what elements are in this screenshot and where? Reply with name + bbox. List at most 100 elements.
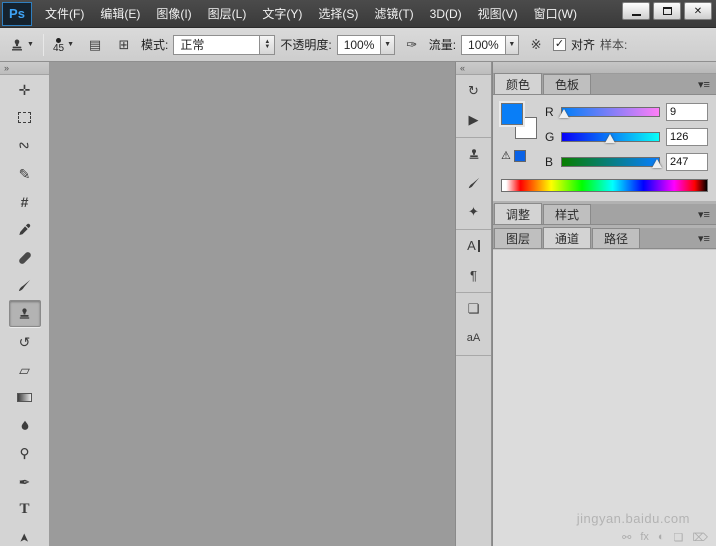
path-selection-tool[interactable]: ➤ — [9, 524, 41, 546]
lasso-tool[interactable]: ∿ — [9, 132, 41, 159]
blur-tool[interactable] — [9, 412, 41, 439]
chevron-down-icon: ▼ — [380, 36, 393, 54]
menu-3d[interactable]: 3D(D) — [423, 3, 469, 25]
brush-panel-button[interactable] — [461, 171, 487, 195]
menu-edit[interactable]: 编辑(E) — [93, 1, 147, 26]
eraser-tool[interactable]: ▱ — [9, 356, 41, 383]
web-safe-color-swatch[interactable] — [514, 150, 526, 162]
flow-select[interactable]: 100% ▼ — [461, 35, 519, 55]
menu-layer[interactable]: 图层(L) — [201, 1, 254, 26]
history-panel-button[interactable]: ↻ — [461, 79, 487, 103]
opacity-select[interactable]: 100% ▼ — [337, 35, 395, 55]
tab-layers[interactable]: 图层 — [494, 228, 542, 248]
adjustments-panel-menu-button[interactable]: ▾≡ — [695, 206, 713, 222]
slider-thumb-icon[interactable] — [652, 159, 662, 168]
tab-adjustments[interactable]: 调整 — [494, 203, 542, 224]
close-button[interactable]: ✕ — [684, 2, 712, 20]
aligned-label: 对齐 — [571, 36, 595, 53]
panel-group: A ¶ — [456, 230, 491, 293]
brush-tip-icon — [56, 38, 61, 43]
tab-channels[interactable]: 通道 — [543, 227, 591, 248]
marquee-icon — [18, 112, 31, 123]
menu-file[interactable]: 文件(F) — [38, 1, 91, 26]
mode-select[interactable]: 正常 ▲▼ — [173, 35, 275, 55]
green-value-input[interactable] — [666, 128, 708, 146]
type-tool[interactable]: T — [9, 496, 41, 523]
color-spectrum-bar[interactable] — [501, 179, 708, 192]
layers-panel-menu-button[interactable]: ▾≡ — [695, 230, 713, 246]
menu-type[interactable]: 文字(Y) — [255, 1, 309, 26]
color-swatch-widget — [501, 103, 537, 139]
menu-window[interactable]: 窗口(W) — [527, 1, 584, 26]
canvas-area[interactable] — [50, 62, 456, 546]
red-value-input[interactable] — [666, 103, 708, 121]
character-panel-button[interactable]: A — [461, 234, 487, 258]
effects-icon[interactable]: fx — [640, 531, 649, 544]
blue-label: B — [545, 155, 555, 169]
green-slider[interactable] — [561, 130, 660, 144]
toolbox-collapse-button[interactable]: » — [0, 62, 49, 75]
menu-select[interactable]: 选择(S) — [311, 1, 365, 26]
tool-options-bar: ▼ 45 ▼ ▤ ⊞ 模式: 正常 ▲▼ 不透明度: 100% ▼ ✑ 流量: … — [0, 28, 716, 62]
app-logo-icon[interactable]: Ps — [2, 2, 32, 26]
link-icon[interactable]: ⚯ — [622, 531, 631, 544]
history-icon: ↻ — [468, 83, 479, 99]
crop-tool[interactable]: # — [9, 188, 41, 215]
slider-thumb-icon[interactable] — [559, 109, 569, 118]
blue-value-input[interactable] — [666, 153, 708, 171]
character-styles-panel-button[interactable]: aA — [461, 326, 487, 350]
slider-thumb-icon[interactable] — [605, 134, 615, 143]
adjustments-tabbar: 调整 样式 ▾≡ — [493, 204, 716, 225]
panel-dock-expand-button[interactable]: « — [456, 62, 491, 75]
clone-stamp-tool[interactable] — [9, 300, 41, 327]
brush-presets-panel-button[interactable]: ✦ — [461, 200, 487, 224]
tab-color[interactable]: 颜色 — [494, 73, 542, 94]
move-tool[interactable]: ✛ — [9, 76, 41, 103]
flow-label: 流量: — [429, 36, 456, 53]
maximize-button[interactable] — [653, 2, 681, 20]
brush-tool[interactable] — [9, 272, 41, 299]
mask-icon[interactable]: ◐ — [658, 531, 665, 544]
pressure-opacity-toggle[interactable]: ✑ — [400, 34, 424, 56]
airbrush-toggle[interactable]: ※ — [524, 34, 548, 56]
paragraph-panel-button[interactable]: ¶ — [461, 263, 487, 287]
gradient-tool[interactable] — [9, 384, 41, 411]
move-icon: ✛ — [19, 83, 31, 97]
blue-slider[interactable] — [561, 155, 660, 169]
workspace: » ✛ ∿ ✎ # ↺ ▱ ✒ T ➤ « ↻ ▶ — [0, 62, 716, 546]
spot-healing-brush-tool[interactable] — [9, 244, 41, 271]
new-item-icon[interactable]: ❏ — [674, 531, 684, 544]
toggle-brush-panel-button[interactable]: ▤ — [83, 34, 107, 56]
toggle-clone-source-panel-button[interactable]: ⊞ — [112, 34, 136, 56]
color-panel-menu-button[interactable]: ▾≡ — [695, 76, 713, 92]
layer-comps-panel-button[interactable]: ❏ — [461, 297, 487, 321]
tab-styles[interactable]: 样式 — [543, 204, 591, 224]
brush-panel-icon: ▤ — [89, 37, 101, 53]
menu-view[interactable]: 视图(V) — [471, 1, 525, 26]
gradient-icon — [17, 393, 32, 402]
opacity-value: 100% — [338, 36, 381, 54]
tab-swatches[interactable]: 色板 — [543, 74, 591, 94]
minimize-button[interactable] — [622, 2, 650, 20]
pen-tool[interactable]: ✒ — [9, 468, 41, 495]
brush-size-picker[interactable]: 45 ▼ — [49, 34, 78, 56]
foreground-color-swatch[interactable] — [501, 103, 523, 125]
menu-image[interactable]: 图像(I) — [149, 1, 198, 26]
rectangular-marquee-tool[interactable] — [9, 104, 41, 131]
dodge-tool[interactable] — [9, 440, 41, 467]
eraser-icon: ▱ — [19, 363, 30, 377]
gamut-warning-icon[interactable]: ⚠ — [501, 151, 511, 162]
mode-label: 模式: — [141, 36, 168, 53]
aligned-checkbox[interactable]: ✓ — [553, 38, 566, 51]
menu-filter[interactable]: 滤镜(T) — [367, 1, 420, 26]
tool-preset-picker[interactable]: ▼ — [5, 34, 38, 56]
delete-icon[interactable]: ⌦ — [692, 531, 708, 544]
clone-source-panel-button[interactable] — [461, 142, 487, 166]
eyedropper-tool[interactable] — [9, 216, 41, 243]
airbrush-icon: ※ — [531, 37, 542, 53]
red-slider[interactable] — [561, 105, 660, 119]
actions-panel-button[interactable]: ▶ — [461, 108, 487, 132]
history-brush-tool[interactable]: ↺ — [9, 328, 41, 355]
tab-paths[interactable]: 路径 — [592, 228, 640, 248]
quick-selection-tool[interactable]: ✎ — [9, 160, 41, 187]
